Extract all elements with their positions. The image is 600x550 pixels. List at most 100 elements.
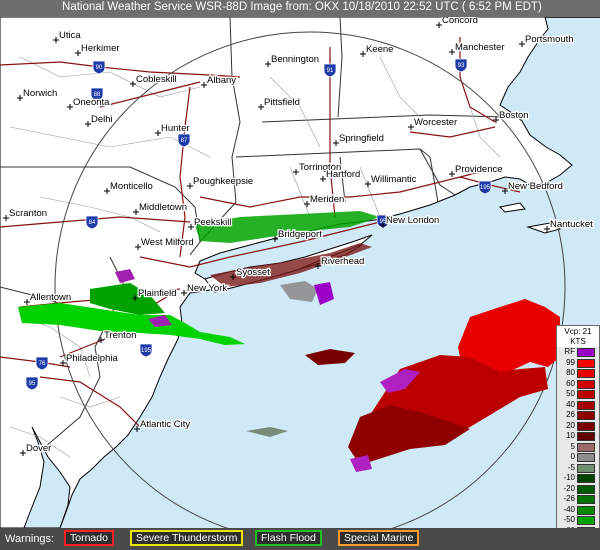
legend-label: RF [564, 347, 575, 356]
warnings-bar: Warnings: Tornado Severe Thunderstorm Fl… [0, 528, 600, 550]
legend-row: 10 [557, 431, 599, 442]
legend-swatch [577, 400, 595, 410]
city-label: Worcester [414, 117, 457, 128]
legend-label: 26 [566, 410, 575, 419]
city-label: Meriden [310, 194, 344, 205]
city-label: Middletown [139, 202, 187, 213]
map-canvas: 908891938784951951957695 UticaHerkimerCo… [0, 17, 594, 528]
velocity-legend: Vcp: 21 KTS RF 99 80 60 50 40 26 20 10 5 0 -5 -10 -20… [556, 325, 600, 550]
interstate-number: 90 [96, 65, 103, 71]
legend-swatch [577, 421, 595, 431]
legend-row: -40 [557, 505, 599, 516]
city-label: Willimantic [371, 174, 417, 185]
legend-swatch [577, 432, 595, 441]
legend-header: Vcp: 21 KTS [557, 326, 599, 347]
warning-severe-thunderstorm[interactable]: Severe Thunderstorm [130, 530, 244, 546]
legend-row: 40 [557, 400, 599, 411]
city-label: Poughkeepsie [193, 176, 253, 187]
interstate-shield-icon: 84 [85, 215, 99, 230]
legend-swatch [577, 516, 595, 525]
legend-label: 80 [566, 368, 575, 377]
city-label: Bennington [271, 54, 319, 65]
city-label: Springfield [339, 133, 384, 144]
legend-units: KTS [570, 337, 586, 346]
city-label: Portsmouth [525, 34, 574, 45]
marthas-vineyard [498, 202, 526, 213]
city-label: Trenton [104, 330, 136, 341]
city-riverhead: Riverhead [315, 255, 366, 269]
interstate-number: 84 [89, 220, 96, 226]
interstate-number: 87 [181, 138, 188, 144]
legend-vcp: Vcp: 21 [564, 327, 592, 336]
city-label: Concord [442, 17, 478, 26]
legend-label: 5 [570, 441, 575, 451]
legend-row: RF [557, 347, 599, 358]
legend-swatch [577, 474, 595, 483]
city-label: Providence [455, 164, 503, 175]
legend-swatch [577, 411, 595, 420]
interstate-shield-icon: 76 [35, 356, 49, 371]
legend-swatch [577, 463, 595, 473]
city-atlantic-city: Atlantic City [134, 418, 192, 432]
city-label: Delhi [91, 114, 113, 125]
city-label: New Bedford [508, 181, 563, 192]
city-label: Norwich [23, 88, 57, 99]
warnings-label: Warnings: [5, 533, 55, 545]
interstate-shield-icon: 93 [454, 58, 468, 73]
title-bar: National Weather Service WSR-88D Image f… [0, 0, 600, 18]
legend-label: 50 [566, 389, 575, 398]
city-label: Herkimer [81, 43, 120, 54]
interstate-shield-icon: 195 [478, 180, 492, 195]
legend-swatch [577, 358, 595, 368]
legend-swatch [577, 484, 595, 494]
legend-row: -5 [557, 463, 599, 474]
legend-swatch [577, 495, 595, 504]
city-label: Peekskill [194, 217, 232, 228]
velocity-band-gray [280, 281, 318, 302]
legend-swatch [577, 442, 595, 452]
interstate-number: 93 [458, 63, 465, 69]
city-label: Keene [366, 44, 393, 55]
interstate-number: 91 [327, 68, 334, 74]
legend-row: 99 [557, 358, 599, 369]
warning-special-marine[interactable]: Special Marine [338, 530, 420, 546]
city-label: Hartford [326, 169, 360, 180]
city-label: Albany [207, 75, 236, 86]
city-label: Atlantic City [140, 419, 190, 430]
legend-swatch [577, 390, 595, 399]
legend-row: -20 [557, 484, 599, 495]
legend-label: 20 [566, 420, 575, 430]
legend-label: -40 [563, 504, 575, 514]
city-label: Oneonta [73, 97, 110, 108]
city-new-bedford: New Bedford [502, 180, 564, 194]
city-label: Boston [499, 110, 529, 121]
legend-row: 80 [557, 368, 599, 379]
city-label: Allentown [30, 292, 71, 303]
legend-row: 0 [557, 452, 599, 463]
city-label: New London [386, 215, 439, 226]
legend-row: 50 [557, 389, 599, 400]
legend-rows: RF998060504026201050-5-10-20-26-40-50-60… [557, 347, 599, 550]
interstate-shield-icon: 95 [25, 376, 39, 391]
interstate-number: 76 [39, 361, 46, 367]
radar-window: National Weather Service WSR-88D Image f… [0, 0, 600, 550]
legend-label: 0 [570, 452, 575, 461]
city-new-london: New London [380, 214, 441, 228]
warning-flash-flood[interactable]: Flash Flood [255, 530, 322, 546]
interstate-shield-icon: 91 [323, 63, 337, 78]
legend-label: -10 [563, 473, 575, 482]
legend-swatch [577, 505, 595, 515]
legend-label: -20 [563, 483, 575, 493]
velocity-band-magenta-south [350, 455, 372, 472]
warning-tornado[interactable]: Tornado [64, 530, 114, 546]
city-label: Bridgeport [278, 229, 322, 240]
velocity-band-maroon-small [305, 349, 355, 365]
city-bridgeport: Bridgeport [272, 228, 323, 242]
city-label: Plainfield [138, 288, 177, 299]
legend-label: 40 [566, 399, 575, 409]
legend-row: 20 [557, 421, 599, 432]
radar-map[interactable]: 908891938784951951957695 UticaHerkimerCo… [0, 17, 600, 528]
city-label: Scranton [9, 208, 47, 219]
legend-row: -10 [557, 473, 599, 484]
image-title: National Weather Service WSR-88D Image f… [62, 1, 542, 13]
